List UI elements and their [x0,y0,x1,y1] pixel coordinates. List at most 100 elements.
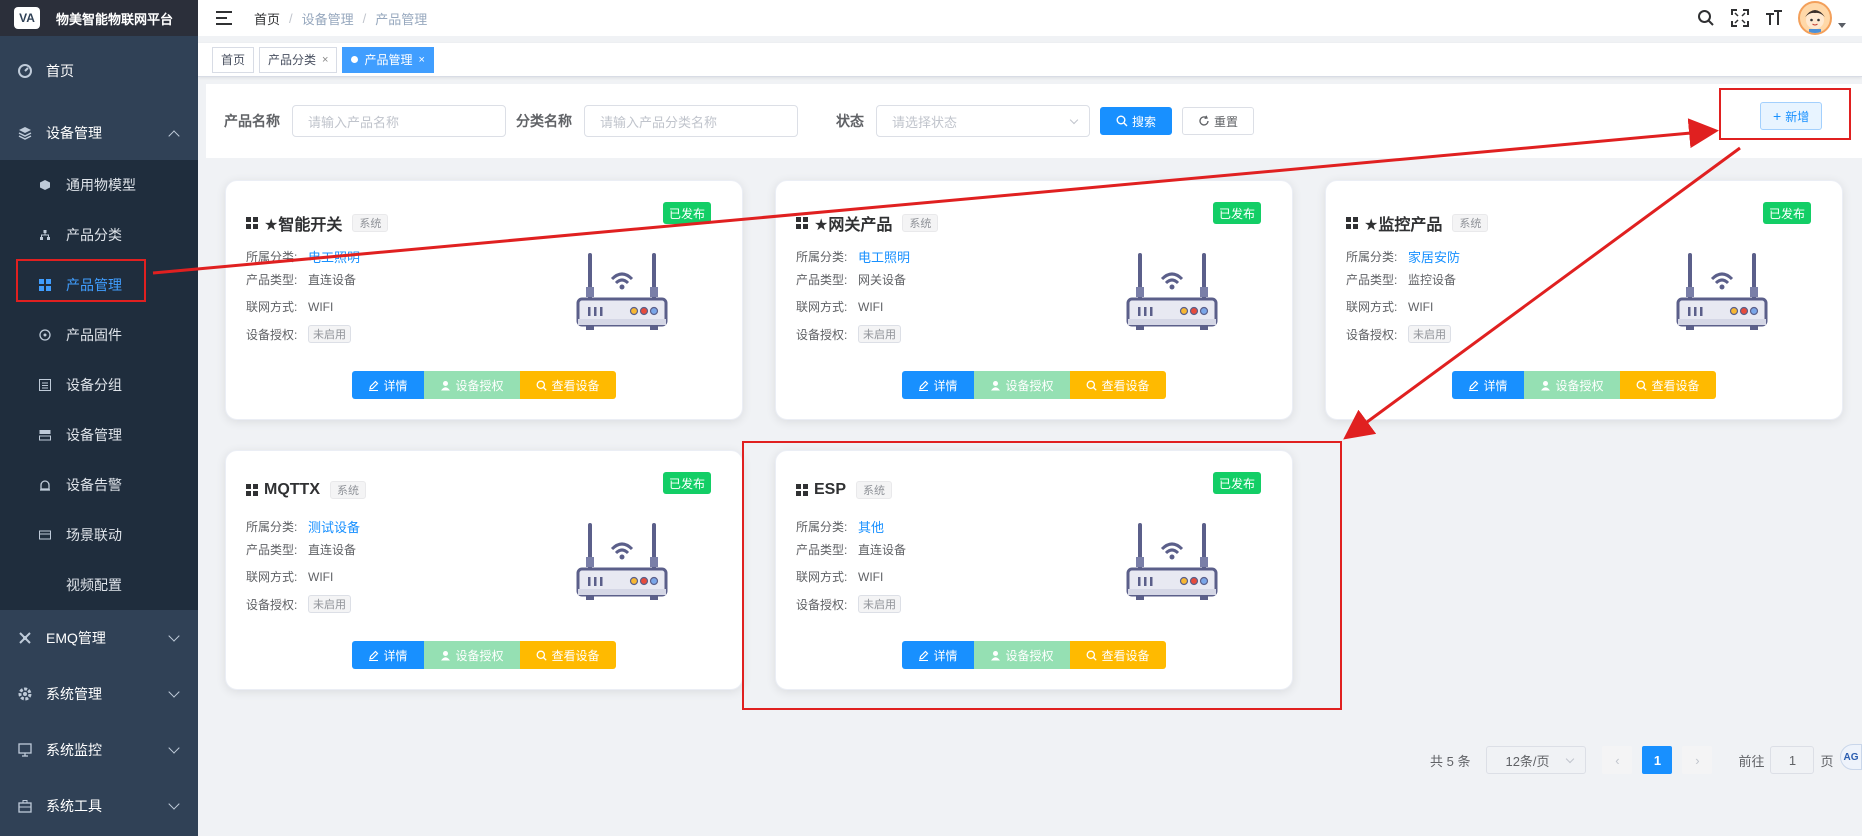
top-navbar: 首页 / 设备管理 / 产品管理 [198,0,1862,36]
detail-button[interactable]: 详情 [1452,371,1524,399]
sidebar-item-system-management[interactable]: 系统管理 [0,666,198,722]
breadcrumb-separator: / [289,10,293,26]
sidebar-item-label: 系统监控 [46,742,102,758]
annotation-box-sidebar [16,259,146,302]
category-link[interactable]: 测试设备 [308,517,360,536]
page-size-select[interactable]: 12条/页 [1486,746,1587,774]
tag-home[interactable]: 首页 [212,46,255,73]
close-icon[interactable]: × [418,54,424,66]
category-link[interactable]: 电工照明 [308,247,360,266]
view-devices-button[interactable]: 查看设备 [520,371,616,399]
goto-page-input[interactable]: 1 [1770,746,1815,774]
system-tag: 系统 [330,481,366,499]
view-devices-button[interactable]: 查看设备 [1070,371,1166,399]
detail-button[interactable]: 详情 [352,371,424,399]
breadcrumb: 首页 / 设备管理 / 产品管理 [254,9,427,28]
detail-label: 详情 [383,378,408,393]
toolbox-icon [18,799,32,813]
breadcrumb-item-home[interactable]: 首页 [254,9,280,28]
sidebar-item-scene-linkage[interactable]: 场景联动 [0,510,198,560]
status-badge: 已发布 [662,472,711,494]
sidebar-item-home[interactable]: 首页 [0,36,198,106]
close-icon[interactable]: × [322,54,328,66]
page-number-1[interactable]: 1 [1642,746,1673,774]
layers-icon [18,126,32,140]
tag-label: 产品管理 [364,53,413,67]
caret-down-icon[interactable] [1838,22,1846,28]
status-select[interactable]: 请选择状态 [876,105,1090,137]
sidebar-item-device-management[interactable]: 设备管理 [0,106,198,160]
product-name-placeholder: 请输入产品名称 [308,114,400,130]
chevron-up-icon [168,130,180,142]
sidebar: VA 物美智能物联网平台 首页 设备管理 通用物模型 产品分类 产品管理 产品固… [0,0,198,836]
top-right-tools [1696,0,1862,36]
status-placeholder: 请选择状态 [892,114,958,130]
sidebar-item-label: 设备管理 [46,125,102,141]
pagination: 共 5 条 12条/页 ‹ 1 › 前往 1 页 [1430,744,1834,776]
sidebar-item-video-config[interactable]: 视频配置 [0,560,198,610]
device-auth-button[interactable]: 设备授权 [424,371,520,399]
category-name-input[interactable]: 请输入产品分类名称 [584,105,798,137]
next-page-button[interactable]: › [1682,746,1713,774]
view-devices-button[interactable]: 查看设备 [1620,371,1716,399]
sidebar-item-label: 系统工具 [46,798,102,814]
grid-icon [246,217,258,229]
search-button-label: 搜索 [1132,114,1157,129]
tag-product-management[interactable]: 产品管理 × [342,46,434,73]
prev-page-button[interactable]: ‹ [1602,746,1633,774]
license-value: 未启用 [308,325,351,343]
product-title: ★网关产品 系统 [796,211,939,235]
detail-button[interactable]: 详情 [902,371,974,399]
sidebar-item-emq[interactable]: EMQ管理 [0,610,198,666]
sidebar-item-device-group[interactable]: 设备分组 [0,360,198,410]
card-actions: 详情 设备授权 查看设备 [1452,371,1716,399]
device-auth-label: 设备授权 [1005,378,1054,393]
fullscreen-icon[interactable] [1730,8,1750,28]
avatar[interactable] [1798,1,1832,35]
sidebar-item-device-list[interactable]: 设备管理 [0,410,198,460]
product-name-input[interactable]: 请输入产品名称 [292,105,506,137]
type-label: 产品类型: [246,543,298,557]
chevron-down-icon [168,798,180,810]
detail-button[interactable]: 详情 [352,641,424,669]
pagination-total: 共 5 条 [1430,753,1471,769]
font-size-icon[interactable] [1764,8,1784,28]
search-icon [537,650,548,661]
menu-fold-icon[interactable] [216,11,232,25]
network-value: WIFI [1408,299,1434,314]
sidebar-item-firmware[interactable]: 产品固件 [0,310,198,360]
category-link[interactable]: 家居安防 [1408,247,1460,266]
type-value: 监控设备 [1408,273,1457,287]
app-logo[interactable]: VA 物美智能物联网平台 [0,0,198,36]
category-row: 所属分类: 测试设备 [246,517,360,536]
product-name-label: 产品名称 [224,113,280,129]
sidebar-item-label: 设备管理 [66,427,122,443]
category-link[interactable]: 电工照明 [858,247,910,266]
search-icon[interactable] [1696,8,1716,28]
product-name[interactable]: ★监控产品 [1364,211,1442,235]
type-row: 产品类型: 监控设备 [1346,271,1456,288]
sidebar-item-label: 设备告警 [66,477,122,493]
sidebar-item-system-monitor[interactable]: 系统监控 [0,722,198,778]
tree-icon [38,228,52,242]
sidebar-item-thing-model[interactable]: 通用物模型 [0,160,198,210]
device-auth-button[interactable]: 设备授权 [974,371,1070,399]
reset-button[interactable]: 重置 [1182,107,1255,135]
product-name[interactable]: MQTTX [264,481,320,499]
search-icon [1087,380,1098,391]
view-devices-button[interactable]: 查看设备 [520,641,616,669]
license-value: 未启用 [308,595,351,613]
product-name[interactable]: ★智能开关 [264,211,342,235]
floating-help-badge[interactable]: AG [1840,744,1862,770]
device-auth-button[interactable]: 设备授权 [1524,371,1620,399]
product-name[interactable]: ★网关产品 [814,211,892,235]
chevron-down-icon [168,630,180,642]
tag-product-category[interactable]: 产品分类 × [259,46,338,73]
sidebar-item-label: 系统管理 [46,686,102,702]
sidebar-item-product-category[interactable]: 产品分类 [0,210,198,260]
sidebar-item-system-tools[interactable]: 系统工具 [0,778,198,834]
sidebar-item-device-alert[interactable]: 设备告警 [0,460,198,510]
network-value: WIFI [308,569,334,584]
device-auth-button[interactable]: 设备授权 [424,641,520,669]
search-button[interactable]: 搜索 [1100,107,1173,135]
